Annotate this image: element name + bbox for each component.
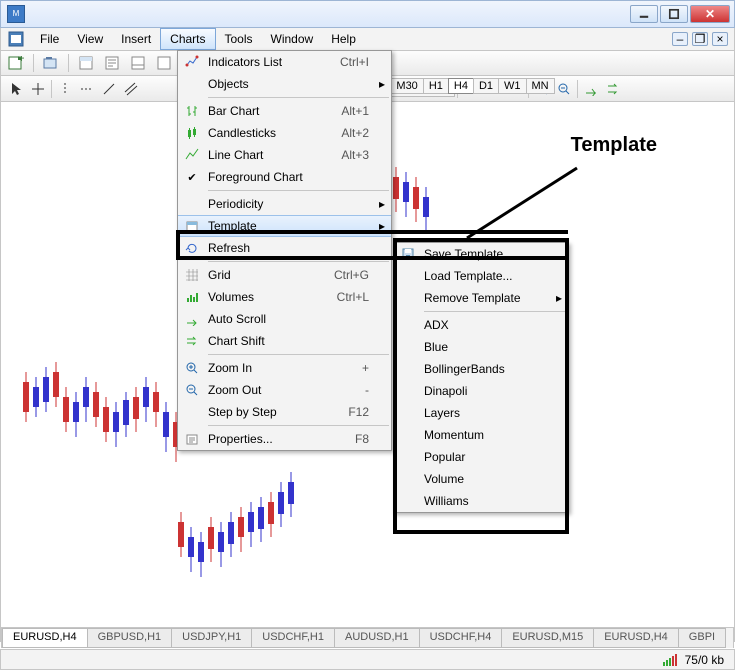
mdi-minimize-icon[interactable]: – <box>672 32 688 46</box>
charts-menu-foreground-chart[interactable]: ✔Foreground Chart <box>178 166 391 188</box>
mdi-restore-icon[interactable]: ❐ <box>692 32 708 46</box>
menu-window[interactable]: Window <box>262 28 323 50</box>
chart-tab[interactable]: EURUSD,H4 <box>593 628 679 648</box>
chart-tab[interactable]: GBPUSD,H1 <box>87 628 173 648</box>
new-chart-button[interactable]: + <box>5 53 27 73</box>
title-bar: M ✕ <box>0 0 735 28</box>
tester-button[interactable] <box>153 53 175 73</box>
chart-tab[interactable]: USDCHF,H4 <box>419 628 503 648</box>
chart-tab[interactable]: USDCHF,H1 <box>251 628 335 648</box>
chartshift-icon[interactable] <box>602 79 624 99</box>
charts-menu-candlesticks[interactable]: CandlesticksAlt+2 <box>178 122 391 144</box>
maximize-button[interactable] <box>660 5 688 23</box>
profiles-button[interactable] <box>40 53 62 73</box>
cursor-tool[interactable] <box>5 79 27 99</box>
menu-file[interactable]: File <box>31 28 68 50</box>
charts-menu-periodicity[interactable]: Periodicity▸ <box>178 193 391 215</box>
annotation-label: Template <box>571 134 657 157</box>
close-button[interactable]: ✕ <box>690 5 730 23</box>
tf-d1[interactable]: D1 <box>473 78 499 94</box>
crosshair-tool[interactable] <box>27 79 49 99</box>
charts-menu-grid[interactable]: GridCtrl+G <box>178 264 391 286</box>
charts-menu-objects[interactable]: Objects▸ <box>178 73 391 95</box>
tf-h1[interactable]: H1 <box>423 78 449 94</box>
market-watch-button[interactable] <box>75 53 97 73</box>
charts-menu-indicators-list[interactable]: Indicators ListCtrl+I <box>178 51 391 73</box>
chart-tab[interactable]: EURUSD,H4 <box>2 628 88 648</box>
tf-h4[interactable]: H4 <box>448 78 474 94</box>
hline-tool[interactable] <box>76 79 98 99</box>
mdi-close-icon[interactable]: × <box>712 32 728 46</box>
charts-menu-step-by-step[interactable]: Step by StepF12 <box>178 401 391 423</box>
charts-menu-zoom-out[interactable]: Zoom Out- <box>178 379 391 401</box>
svg-text:+: + <box>18 56 24 65</box>
tf-w1[interactable]: W1 <box>498 78 527 94</box>
app-icon: M <box>7 5 25 23</box>
tf-mn[interactable]: MN <box>526 78 555 94</box>
menu-help[interactable]: Help <box>322 28 365 50</box>
charts-menu-line-chart[interactable]: Line ChartAlt+3 <box>178 144 391 166</box>
trendline-tool[interactable] <box>98 79 120 99</box>
terminal-button[interactable] <box>127 53 149 73</box>
charts-menu-chart-shift[interactable]: Chart Shift <box>178 330 391 352</box>
menu-tools[interactable]: Tools <box>216 28 262 50</box>
menu-charts[interactable]: Charts <box>160 28 215 50</box>
annotation-box-sub <box>393 238 569 534</box>
annotation-arrow <box>462 160 582 240</box>
charts-menu-auto-scroll[interactable]: Auto Scroll <box>178 308 391 330</box>
status-bar: 75/0 kb <box>0 649 735 670</box>
chart-tab[interactable]: USDJPY,H1 <box>171 628 252 648</box>
tf-m30[interactable]: M30 <box>390 78 423 94</box>
menu-view[interactable]: View <box>68 28 112 50</box>
menu-bar: File View Insert Charts Tools Window Hel… <box>0 28 735 50</box>
charts-menu-zoom-in[interactable]: Zoom In+ <box>178 357 391 379</box>
connection-status: 75/0 kb <box>685 653 724 667</box>
charts-menu-bar-chart[interactable]: Bar ChartAlt+1 <box>178 100 391 122</box>
channel-tool[interactable] <box>120 79 142 99</box>
minimize-button[interactable] <box>630 5 658 23</box>
navigator-button[interactable] <box>101 53 123 73</box>
chart-tabs: EURUSD,H4GBPUSD,H1USDJPY,H1USDCHF,H1AUDU… <box>1 627 734 648</box>
charts-menu-properties-[interactable]: Properties...F8 <box>178 428 391 450</box>
charts-menu-volumes[interactable]: VolumesCtrl+L <box>178 286 391 308</box>
autoscroll-icon[interactable] <box>580 79 602 99</box>
zoom-out-icon[interactable] <box>553 79 575 99</box>
connection-icon <box>663 654 677 666</box>
app-menu-icon[interactable] <box>5 28 27 50</box>
menu-insert[interactable]: Insert <box>112 28 160 50</box>
chart-tab[interactable]: AUDUSD,H1 <box>334 628 420 648</box>
chart-tab[interactable]: GBPI <box>678 628 726 648</box>
chart-tab[interactable]: EURUSD,M15 <box>501 628 594 648</box>
vline-tool[interactable] <box>54 79 76 99</box>
